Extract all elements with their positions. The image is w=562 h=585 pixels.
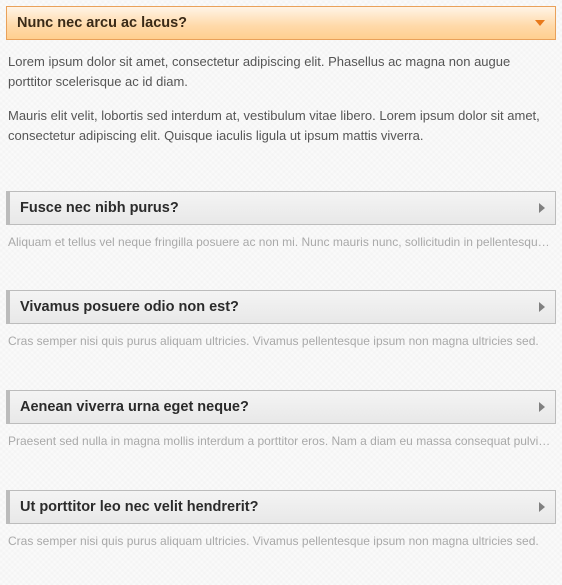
body-paragraph: Lorem ipsum dolor sit amet, consectetur … (8, 52, 554, 92)
body-paragraph: Mauris elit velit, lobortis sed interdum… (8, 106, 554, 146)
spacer (6, 250, 556, 290)
accordion-preview: Praesent sed nulla in magna mollis inter… (6, 424, 556, 450)
accordion: Nunc nec arcu ac lacus? Lorem ipsum dolo… (0, 0, 562, 550)
chevron-right-icon (539, 402, 545, 412)
chevron-down-icon (535, 20, 545, 26)
accordion-preview: Cras semper nisi quis purus aliquam ultr… (6, 524, 556, 550)
accordion-title: Ut porttitor leo nec velit hendrerit? (20, 499, 258, 515)
accordion-header[interactable]: Aenean viverra urna eget neque? (6, 390, 556, 424)
accordion-preview: Aliquam et tellus vel neque fringilla po… (6, 225, 556, 251)
accordion-item: Vivamus posuere odio non est? Cras sempe… (6, 290, 556, 350)
accordion-header[interactable]: Fusce nec nibh purus? (6, 191, 556, 225)
chevron-right-icon (539, 302, 545, 312)
accordion-body: Lorem ipsum dolor sit amet, consectetur … (6, 40, 556, 163)
accordion-header[interactable]: Vivamus posuere odio non est? (6, 290, 556, 324)
accordion-item: Ut porttitor leo nec velit hendrerit? Cr… (6, 490, 556, 550)
chevron-right-icon (539, 203, 545, 213)
accordion-title: Aenean viverra urna eget neque? (20, 399, 249, 415)
accordion-title: Vivamus posuere odio non est? (20, 299, 239, 315)
accordion-title: Nunc nec arcu ac lacus? (17, 15, 187, 31)
chevron-right-icon (539, 502, 545, 512)
accordion-preview: Cras semper nisi quis purus aliquam ultr… (6, 324, 556, 350)
accordion-title: Fusce nec nibh purus? (20, 200, 179, 216)
accordion-item: Aenean viverra urna eget neque? Praesent… (6, 390, 556, 450)
spacer (6, 450, 556, 490)
accordion-item: Nunc nec arcu ac lacus? Lorem ipsum dolo… (6, 6, 556, 163)
spacer (6, 163, 556, 191)
accordion-header[interactable]: Ut porttitor leo nec velit hendrerit? (6, 490, 556, 524)
accordion-header[interactable]: Nunc nec arcu ac lacus? (6, 6, 556, 40)
accordion-item: Fusce nec nibh purus? Aliquam et tellus … (6, 191, 556, 251)
spacer (6, 350, 556, 390)
